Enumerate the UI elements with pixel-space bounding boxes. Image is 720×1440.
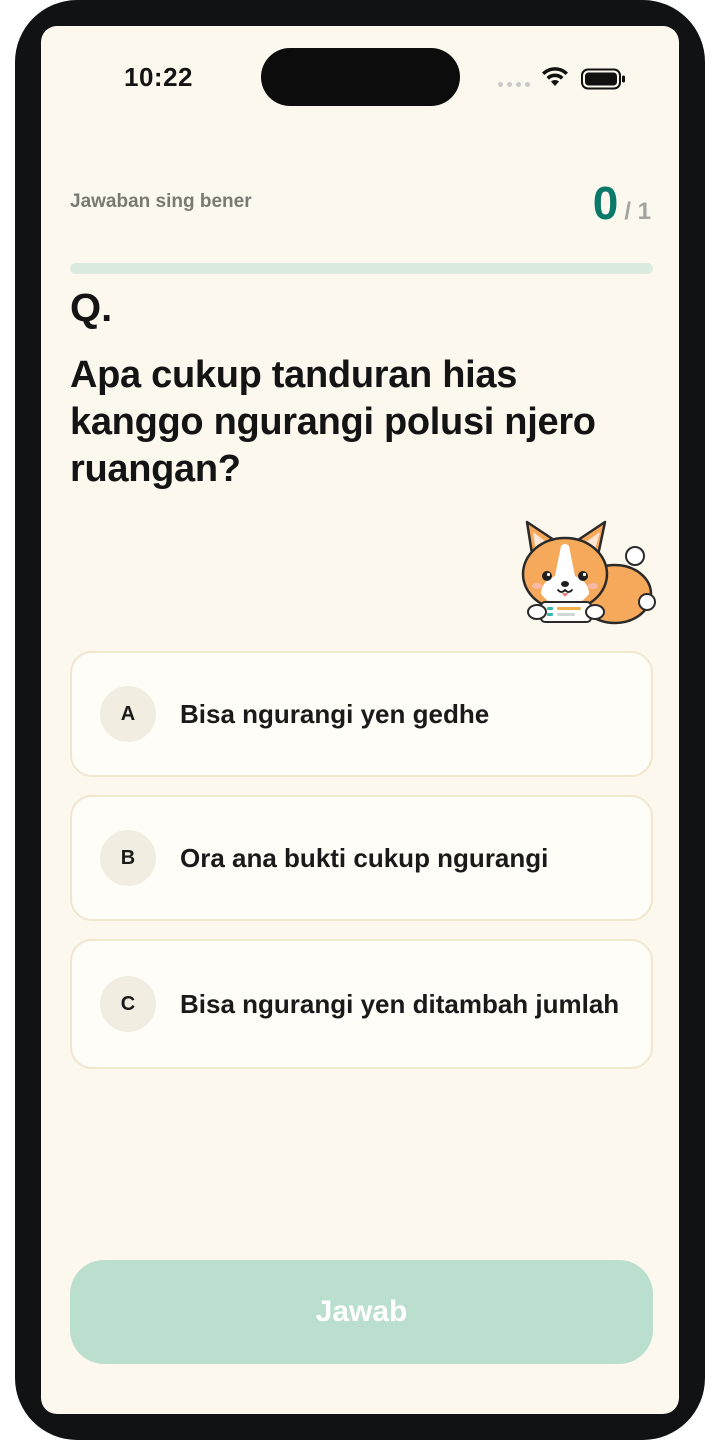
option-b[interactable]: B Ora ana bukti cukup ngurangi — [70, 795, 653, 921]
score-counter: 0 / 1 — [593, 176, 651, 230]
question-text: Apa cukup tanduran hias kanggo ngurangi … — [70, 354, 596, 490]
option-a[interactable]: A Bisa ngurangi yen gedhe — [70, 651, 653, 777]
battery-icon — [581, 68, 625, 90]
signal-dots-icon — [498, 82, 530, 87]
option-text: Ora ana bukti cukup ngurangi — [180, 842, 549, 873]
wifi-icon — [542, 67, 568, 86]
option-letter-badge: C — [100, 976, 156, 1032]
progress-bar — [70, 263, 653, 274]
correct-answers-label: Jawaban sing bener — [70, 191, 252, 212]
score-total: / 1 — [624, 198, 651, 225]
question-marker: Q. — [70, 286, 113, 330]
corgi-mascot-icon — [521, 520, 656, 625]
option-text: Bisa ngurangi yen gedhe — [180, 698, 490, 729]
option-text: Bisa ngurangi yen ditambah jumlah — [180, 988, 620, 1019]
phone-frame: 10:22 Jawaban sing bener 0 / 1 Q. Apa cu… — [15, 0, 705, 1440]
score-current: 0 — [592, 177, 619, 229]
option-letter-badge: B — [100, 830, 156, 886]
dynamic-island — [261, 48, 460, 106]
status-time: 10:22 — [124, 62, 193, 92]
screen: 10:22 Jawaban sing bener 0 / 1 Q. Apa cu… — [41, 26, 679, 1414]
option-c[interactable]: C Bisa ngurangi yen ditambah jumlah — [70, 939, 653, 1069]
answer-button[interactable]: Jawab — [70, 1260, 653, 1364]
option-letter-badge: A — [100, 686, 156, 742]
